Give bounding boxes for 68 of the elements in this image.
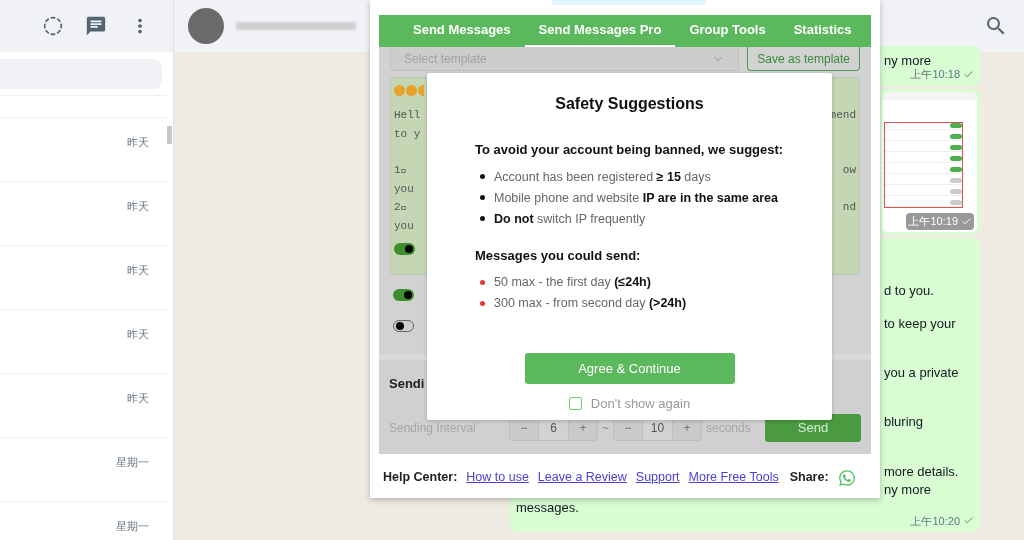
chat-row[interactable]: 星期一 — [0, 502, 167, 540]
message-line: 1⃣ — [394, 163, 408, 178]
scrollbar-thumb[interactable] — [167, 126, 172, 144]
suggestion-text: Account has been registered ≥ 15 days — [494, 168, 711, 185]
message-text: ny more — [884, 52, 931, 69]
chat-row[interactable]: 昨天 — [0, 246, 167, 310]
section-heading: Messages you could send: — [475, 246, 642, 265]
message-line: to y — [394, 126, 421, 142]
chat-time: 星期一 — [116, 519, 149, 534]
message-line: you — [394, 181, 414, 197]
message-text: messages. — [516, 498, 579, 517]
help-link[interactable]: Leave a Review — [537, 468, 627, 488]
message-line: ow — [842, 163, 856, 178]
save-template-button[interactable]: Save as template — [747, 47, 860, 71]
sent-check-icon — [961, 215, 972, 227]
checkbox[interactable] — [568, 397, 582, 411]
chat-row[interactable]: 昨天 — [0, 182, 167, 246]
screenshot-thumbnail[interactable]: 上午10:19 — [882, 91, 977, 232]
chat-row[interactable]: 星期一 — [0, 438, 167, 502]
bullet-icon — [480, 300, 485, 306]
toggle-switch[interactable] — [394, 243, 415, 255]
suggestion-text: Mobile phone and website IP are in the same area — [494, 189, 778, 206]
message-text: more details. — [884, 462, 959, 481]
section-heading: Sendi — [389, 375, 425, 393]
range-separator: ~ — [602, 419, 609, 437]
suggestion-text: Do not switch IP frequently — [494, 210, 646, 227]
chat-row[interactable]: 昨天 — [0, 374, 167, 438]
help-link[interactable]: More Free Tools — [688, 468, 779, 488]
checkbox-label: Don't show again — [590, 395, 691, 413]
chat-time: 昨天 — [127, 391, 149, 406]
message-text: bluring — [884, 412, 924, 431]
toggle-switch[interactable] — [393, 289, 414, 301]
help-center-label: Help Center: — [383, 469, 458, 487]
chat-time: 昨天 — [127, 263, 149, 278]
chat-time: 昨天 — [127, 327, 149, 342]
bullet-icon — [480, 174, 485, 179]
sent-check-icon — [963, 68, 974, 80]
chat-row[interactable]: 昨天 — [0, 118, 167, 182]
message-time: 上午10:19 — [906, 213, 974, 230]
toggle-switch[interactable] — [393, 320, 414, 332]
bullet-icon — [480, 216, 485, 221]
message-line: Hell — [394, 108, 421, 123]
message-line: you — [394, 218, 414, 234]
new-chat-icon[interactable] — [85, 15, 107, 37]
help-link[interactable]: How to use — [466, 468, 529, 488]
message-line: nd — [842, 200, 856, 215]
suggestion-text: 50 max - the first day (≤24h) — [494, 274, 651, 290]
chat-time: 昨天 — [127, 135, 149, 150]
message-text: d to you. — [884, 281, 934, 300]
emoji-icon — [394, 84, 405, 96]
chat-time: 星期一 — [116, 455, 149, 470]
dialog-title: Safety Suggestions — [555, 94, 704, 114]
message-text: to keep your — [884, 314, 956, 333]
bullet-icon — [480, 195, 485, 200]
message-line: 2⃣ — [394, 200, 408, 215]
avatar-placeholder[interactable] — [188, 8, 224, 44]
suggestion-text: 300 max - from second day (>24h) — [494, 295, 687, 311]
chat-row[interactable]: 昨天 — [0, 310, 167, 374]
chat-time: 昨天 — [127, 199, 149, 214]
message-time: 上午10:20 — [910, 512, 974, 529]
message-text: ny more — [884, 480, 931, 499]
bullet-icon — [480, 279, 485, 285]
message-time: 上午10:18 — [910, 66, 974, 83]
status-icon[interactable] — [43, 16, 63, 36]
help-link[interactable]: Support — [635, 468, 680, 488]
message-text: you a private — [884, 363, 959, 382]
section-heading: To avoid your account being banned, we suggest: — [475, 141, 784, 159]
share-label: Share: — [789, 469, 829, 487]
